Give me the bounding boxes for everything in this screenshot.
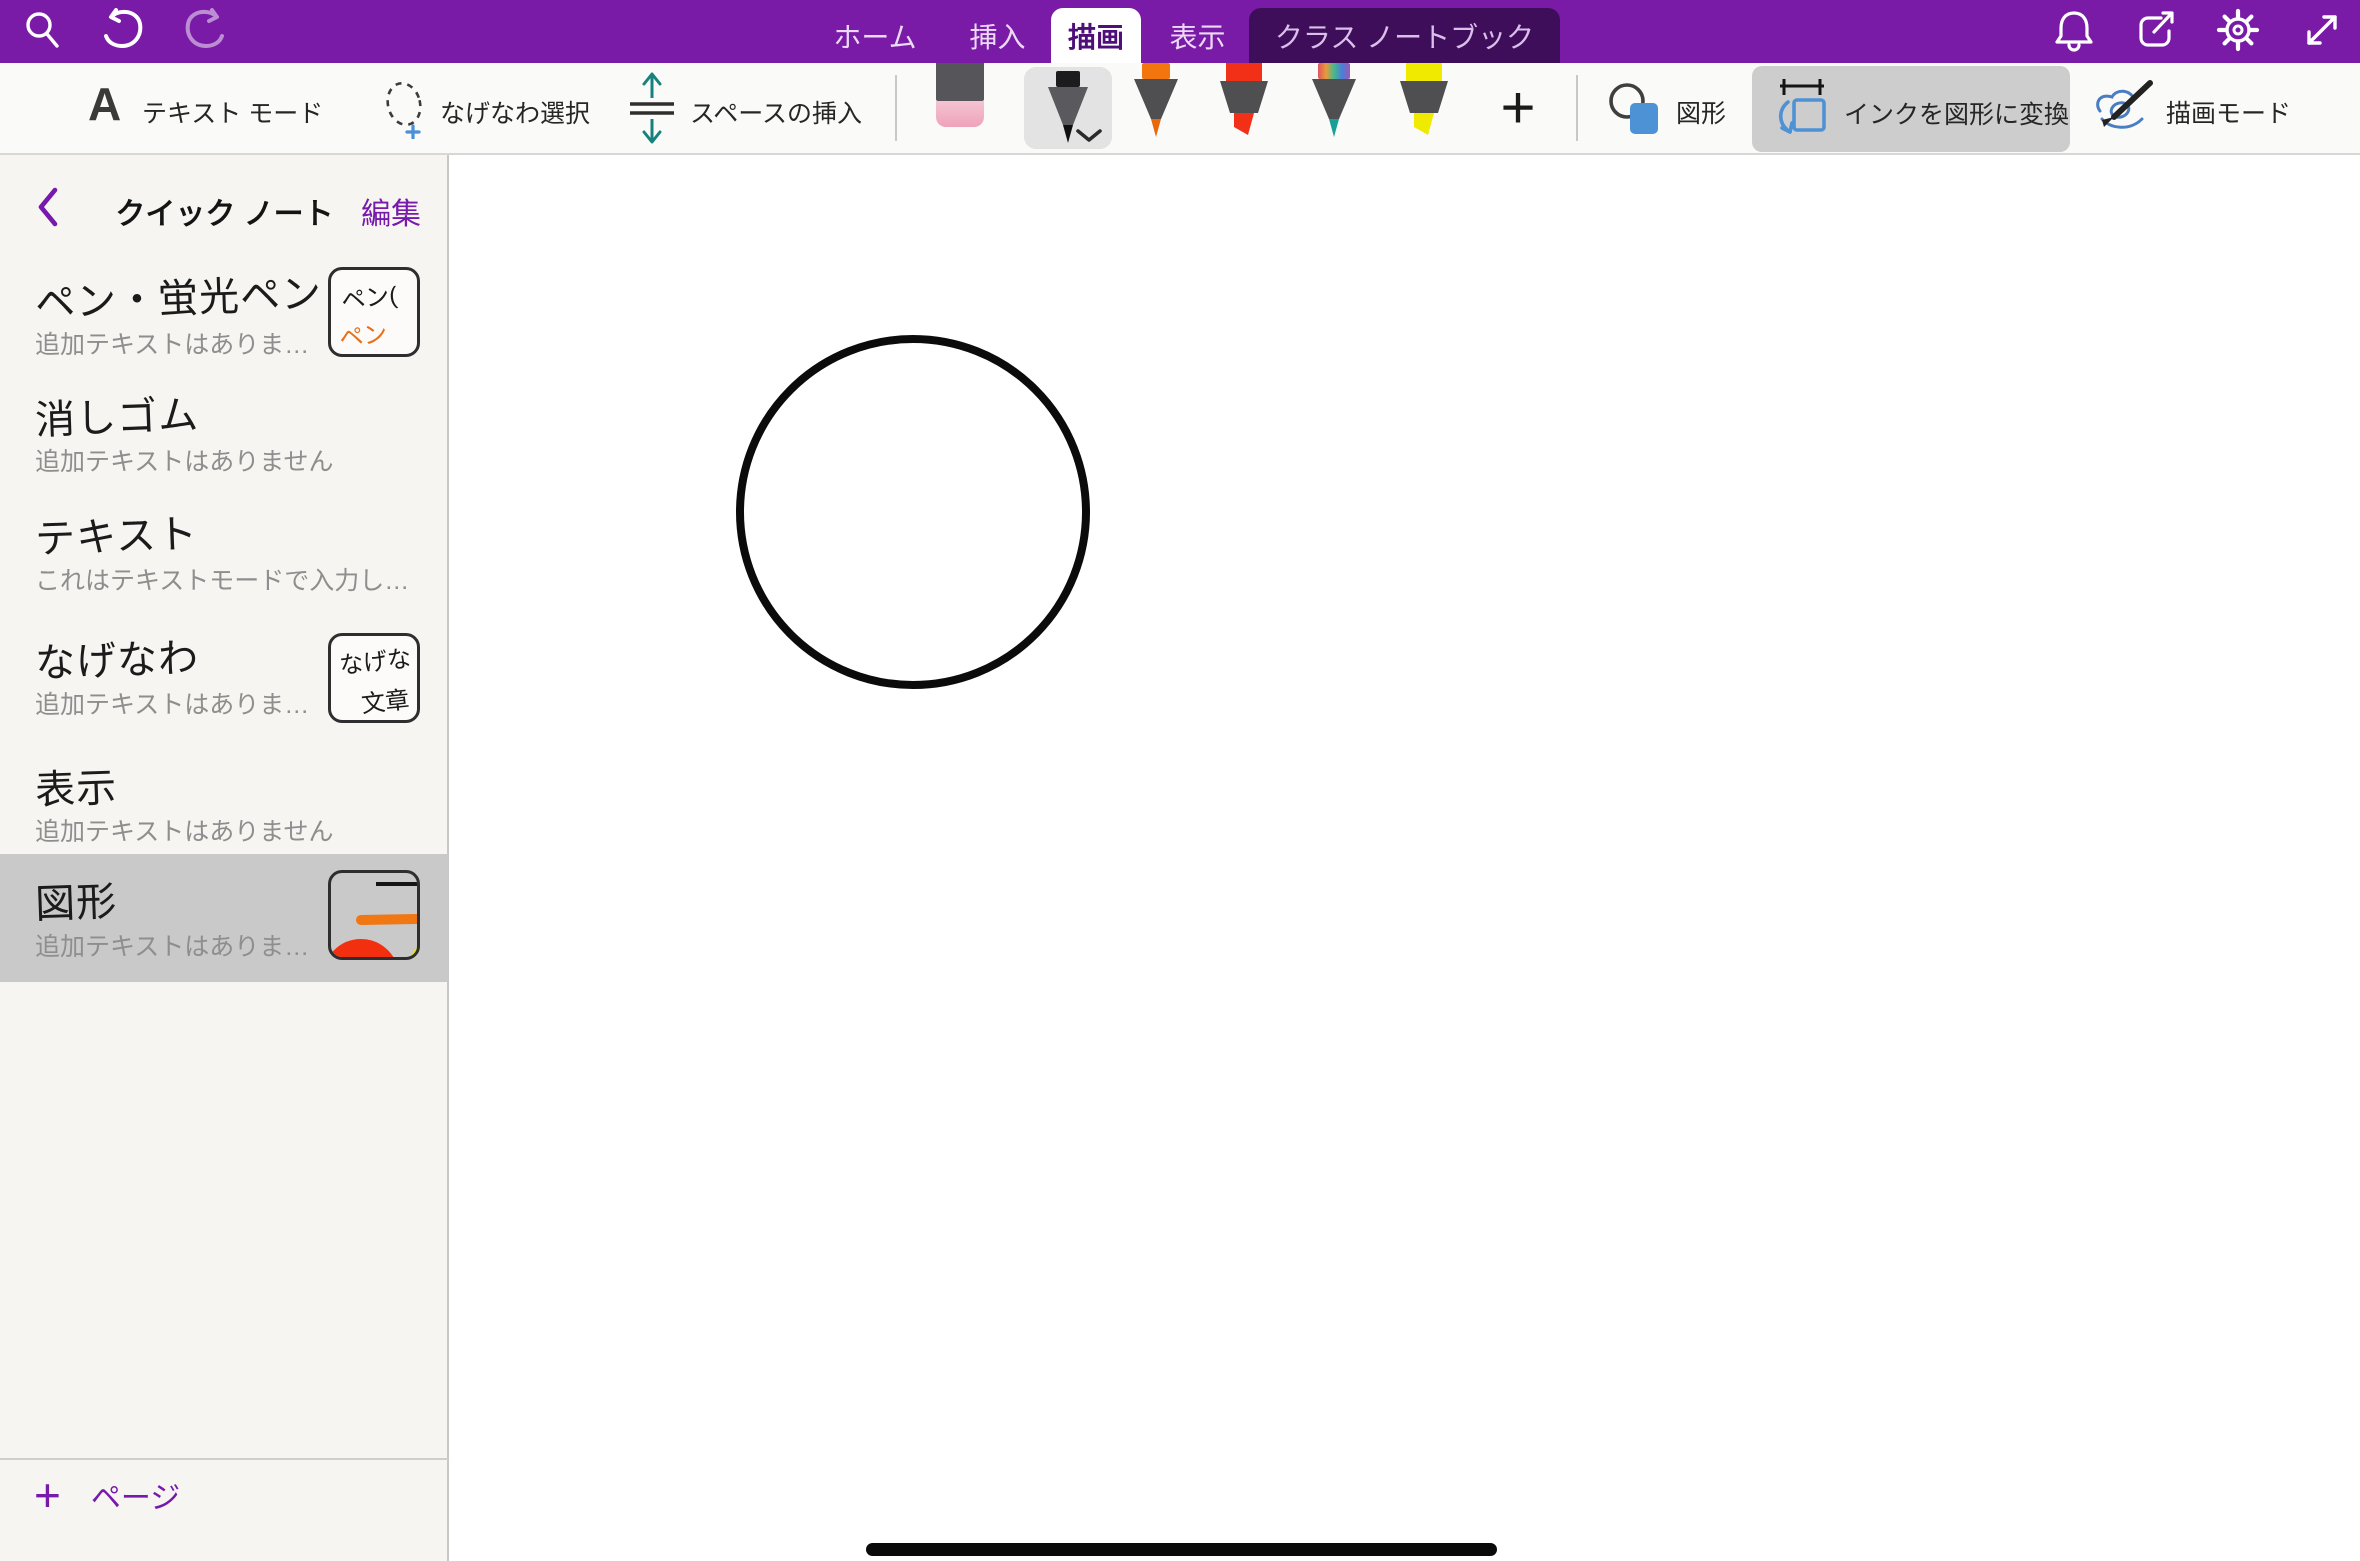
page-list-item[interactable]: ペン・蛍光ペン 追加テキストはありま… ペン( ペン bbox=[0, 263, 449, 379]
ink-to-shape-label: インクを図形に変換 bbox=[1844, 95, 2069, 131]
redo-icon bbox=[180, 8, 232, 52]
insert-space-button[interactable]: スペースの挿入 bbox=[628, 63, 878, 153]
ink-to-shape-button[interactable]: インクを図形に変換 bbox=[1752, 66, 2070, 152]
page-thumbnail bbox=[328, 870, 420, 960]
tab-draw[interactable]: 描画 bbox=[1051, 8, 1141, 63]
shapes-label: 図形 bbox=[1676, 94, 1726, 130]
page-list-item[interactable]: 消しゴム 追加テキストはありません bbox=[0, 380, 449, 496]
page-ink-title: 表示 bbox=[34, 755, 118, 816]
eraser-tool[interactable] bbox=[936, 63, 984, 129]
page-subtitle: 追加テキストはありません bbox=[35, 812, 334, 848]
draw-ribbon: A テキスト モード なげなわ選択 スペースの挿入 bbox=[0, 63, 2360, 155]
page-subtitle: 追加テキストはありま… bbox=[35, 325, 309, 361]
tab-insert[interactable]: 挿入 bbox=[950, 8, 1045, 63]
page-ink-title: 消しゴム bbox=[34, 382, 200, 446]
highlighter-red[interactable] bbox=[1216, 63, 1272, 139]
eraser-cap bbox=[936, 63, 984, 101]
insert-space-label: スペースの挿入 bbox=[690, 94, 862, 130]
ink-circle-drawing bbox=[736, 335, 1090, 689]
eraser-body bbox=[936, 101, 984, 127]
lasso-select-button[interactable]: なげなわ選択 bbox=[375, 63, 600, 153]
share-icon bbox=[2135, 9, 2177, 51]
tab-class-notebook[interactable]: クラス ノートブック bbox=[1249, 8, 1560, 63]
back-button[interactable] bbox=[34, 185, 62, 229]
page-ink-title: ペン・蛍光ペン bbox=[34, 261, 323, 329]
gear-icon bbox=[2216, 8, 2260, 52]
settings-button[interactable] bbox=[2212, 6, 2264, 54]
lasso-icon bbox=[380, 79, 432, 139]
page-ink-title: なげなわ bbox=[34, 625, 200, 689]
chevron-down-icon bbox=[1076, 129, 1102, 143]
draw-mode-icon bbox=[2090, 75, 2156, 141]
add-page-button[interactable]: + ページ bbox=[0, 1460, 449, 1530]
insert-space-icon bbox=[628, 70, 676, 146]
expand-icon bbox=[2301, 9, 2343, 51]
drawing-canvas[interactable] bbox=[449, 155, 2360, 1561]
pen-rainbow[interactable] bbox=[1306, 63, 1362, 139]
redo-button[interactable] bbox=[180, 6, 232, 54]
page-list-sidebar: クイック ノート 編集 ペン・蛍光ペン 追加テキストはありま… ペン( ペン 消… bbox=[0, 155, 449, 1561]
yellow-highlighter-icon bbox=[1396, 63, 1452, 139]
page-thumbnail: ペン( ペン bbox=[328, 267, 420, 357]
page-subtitle: これはテキストモードで入力し… bbox=[35, 561, 409, 597]
toolbar-divider bbox=[1576, 75, 1578, 141]
notebook-section-title: クイック ノート bbox=[115, 189, 333, 233]
page-list-item[interactable]: テキスト これはテキストモードで入力し… bbox=[0, 499, 449, 615]
notifications-button[interactable] bbox=[2048, 6, 2100, 54]
shapes-icon bbox=[1606, 79, 1664, 137]
chevron-left-icon bbox=[34, 185, 62, 229]
thumb-ink-text: ペン bbox=[337, 314, 388, 354]
lasso-select-label: なげなわ選択 bbox=[440, 94, 590, 130]
text-mode-label: テキスト モード bbox=[142, 94, 323, 130]
shapes-button[interactable]: 図形 bbox=[1602, 63, 1737, 153]
fullscreen-button[interactable] bbox=[2296, 6, 2348, 54]
plus-icon: + bbox=[34, 1472, 61, 1518]
ink-to-shape-icon bbox=[1770, 78, 1832, 140]
orange-pen-icon bbox=[1128, 63, 1184, 139]
thumb-shapes-drawing bbox=[331, 873, 420, 960]
home-indicator[interactable] bbox=[866, 1543, 1497, 1556]
edit-button[interactable]: 編集 bbox=[361, 189, 421, 233]
add-page-label: ページ bbox=[91, 1473, 180, 1517]
draw-mode-label: 描画モード bbox=[2166, 94, 2291, 130]
page-ink-title: テキスト bbox=[34, 501, 199, 565]
thumb-ink-text: なげな bbox=[337, 638, 412, 680]
page-subtitle: 追加テキストはありま… bbox=[35, 927, 309, 963]
text-mode-icon: A bbox=[88, 81, 121, 127]
add-pen-button[interactable]: + bbox=[1488, 73, 1548, 143]
sidebar-header: クイック ノート 編集 bbox=[0, 175, 449, 239]
pen-black-selected[interactable] bbox=[1024, 67, 1112, 149]
red-highlighter-icon bbox=[1216, 63, 1272, 139]
search-button[interactable] bbox=[16, 6, 68, 54]
top-app-bar: ホーム 挿入 描画 表示 クラス ノートブック bbox=[0, 0, 2360, 63]
undo-button[interactable] bbox=[96, 6, 148, 54]
tab-home[interactable]: ホーム bbox=[815, 8, 935, 63]
text-mode-button[interactable]: A テキスト モード bbox=[80, 63, 330, 153]
page-list-item[interactable]: 表示 追加テキストはありません bbox=[0, 750, 449, 866]
pen-orange[interactable] bbox=[1128, 63, 1184, 139]
rainbow-pen-icon bbox=[1306, 63, 1362, 139]
toolbar-divider bbox=[895, 75, 897, 141]
thumb-ink-text: ペン( bbox=[339, 275, 398, 316]
bell-icon bbox=[2054, 8, 2094, 52]
highlighter-yellow[interactable] bbox=[1396, 63, 1452, 139]
page-ink-title: 図形 bbox=[34, 869, 118, 930]
undo-icon bbox=[96, 8, 148, 52]
thumb-ink-text: 文章 bbox=[359, 680, 410, 720]
page-list-item[interactable]: なげなわ 追加テキストはありま… なげな 文章 bbox=[0, 623, 449, 739]
share-button[interactable] bbox=[2130, 6, 2182, 54]
search-icon bbox=[22, 8, 62, 52]
page-list-item-selected[interactable]: 図形 追加テキストはありま… bbox=[0, 854, 449, 982]
page-subtitle: 追加テキストはありま… bbox=[35, 685, 309, 721]
draw-mode-button[interactable]: 描画モード bbox=[2086, 63, 2306, 153]
page-thumbnail: なげな 文章 bbox=[328, 633, 420, 723]
onenote-app: ホーム 挿入 描画 表示 クラス ノートブック bbox=[0, 0, 2360, 1561]
tab-view[interactable]: 表示 bbox=[1150, 8, 1245, 63]
page-subtitle: 追加テキストはありません bbox=[35, 442, 334, 478]
